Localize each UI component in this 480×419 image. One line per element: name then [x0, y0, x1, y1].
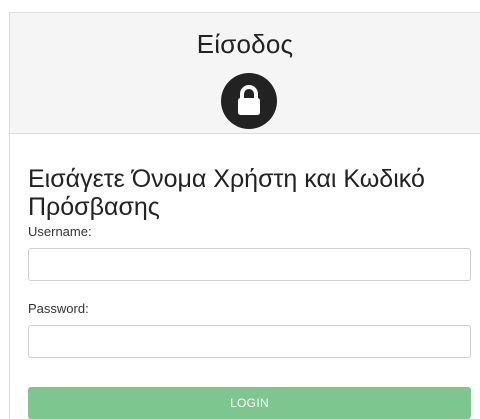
login-card: Είσοδος Εισάγετε Όνομα Χρήστη και Κωδικό…	[9, 12, 480, 419]
login-card-header: Είσοδος	[10, 13, 480, 134]
form-heading: Εισάγετε Όνομα Χρήστη και Κωδικό Πρόσβασ…	[28, 165, 425, 221]
username-label: Username:	[28, 224, 92, 239]
page-title: Είσοδος	[196, 29, 294, 59]
login-button[interactable]: LOGIN	[28, 387, 471, 419]
lock-icon	[238, 85, 260, 115]
username-input[interactable]	[28, 248, 471, 281]
password-input[interactable]	[28, 325, 471, 358]
password-label: Password:	[28, 301, 89, 316]
lock-badge	[221, 73, 277, 129]
